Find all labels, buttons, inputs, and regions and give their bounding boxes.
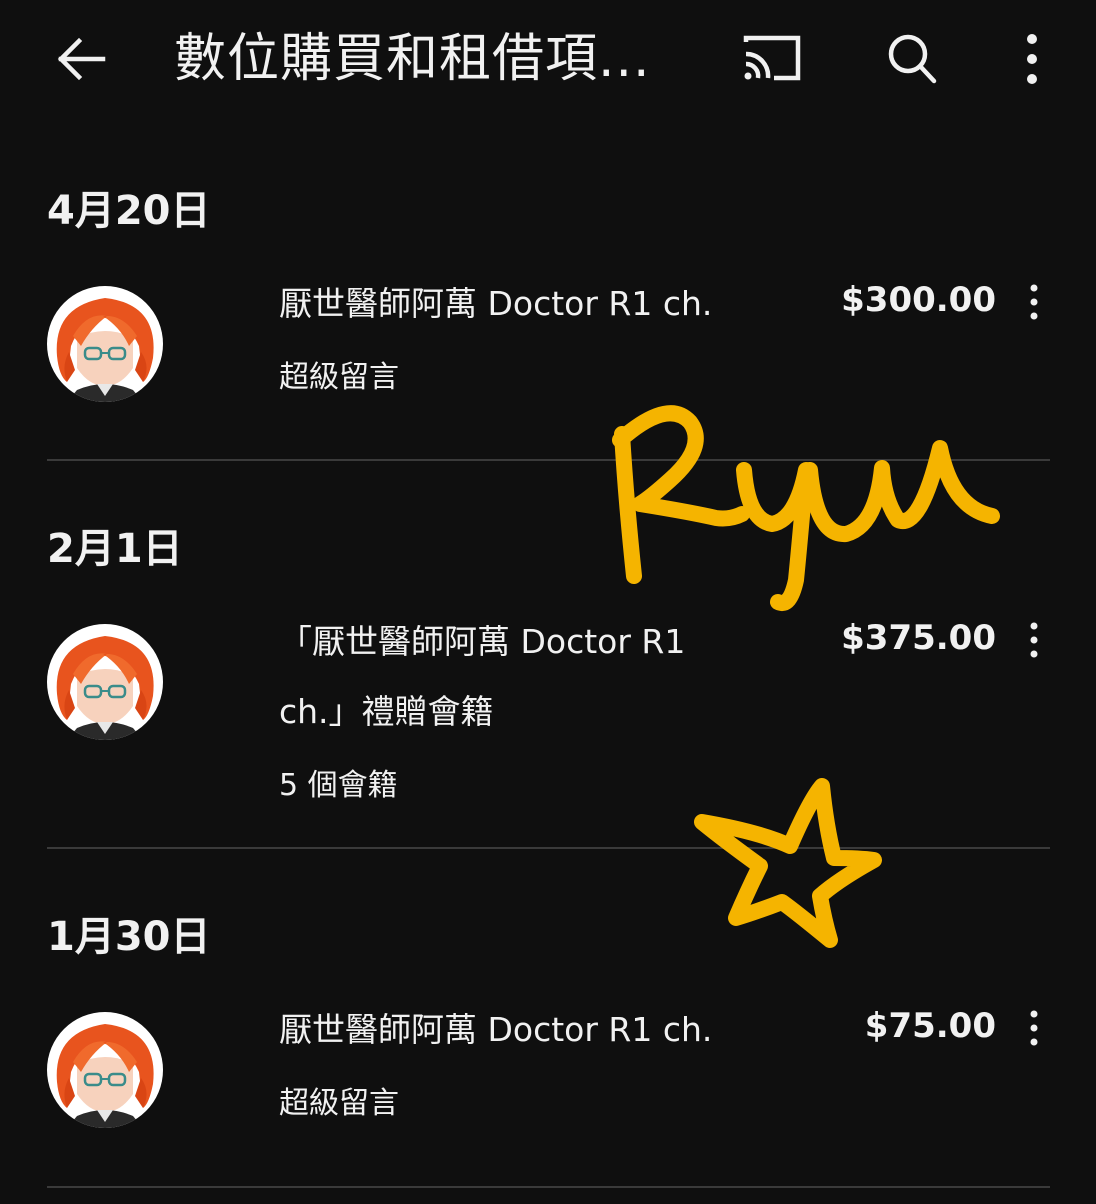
app-bar: 數位購買和租借項... <box>0 0 1096 120</box>
divider <box>47 1186 1050 1188</box>
search-icon <box>888 34 937 84</box>
divider <box>47 459 1050 461</box>
section-date: 2月1日 <box>47 526 183 572</box>
section-date: 4月20日 <box>47 188 211 234</box>
more-vertical-icon <box>1027 34 1037 84</box>
cast-button[interactable] <box>734 22 810 96</box>
divider <box>47 847 1050 849</box>
purchase-item[interactable]: 厭世醫師阿萬 Doctor R1 ch. 超級留言 $75.00 <box>0 996 1096 1166</box>
item-type: 超級留言 <box>279 1086 399 1121</box>
item-title-line-1: 「厭世醫師阿萬 Doctor R1 <box>279 622 686 661</box>
more-options-button[interactable] <box>1004 22 1060 96</box>
channel-avatar <box>47 624 163 740</box>
channel-avatar <box>47 1012 163 1128</box>
item-title: 厭世醫師阿萬 Doctor R1 ch. <box>279 1010 713 1049</box>
handwritten-ryu-signature <box>612 405 1000 611</box>
more-vertical-icon <box>1030 1010 1038 1046</box>
cast-icon <box>743 35 801 81</box>
item-more-button[interactable] <box>1018 1002 1050 1054</box>
back-button[interactable] <box>44 22 118 96</box>
arrow-left-icon <box>57 37 106 81</box>
item-type: 超級留言 <box>279 360 399 395</box>
channel-avatar <box>47 286 163 402</box>
item-more-button[interactable] <box>1018 276 1050 328</box>
item-price: $75.00 <box>864 1006 996 1046</box>
purchase-item[interactable]: 「厭世醫師阿萬 Doctor R1 ch.」禮贈會籍 5 個會籍 $375.00 <box>0 608 1096 818</box>
item-price: $375.00 <box>841 618 996 658</box>
more-vertical-icon <box>1030 284 1038 320</box>
item-more-button[interactable] <box>1018 614 1050 666</box>
item-price: $300.00 <box>841 280 996 320</box>
item-title: 厭世醫師阿萬 Doctor R1 ch. <box>279 284 713 323</box>
purchase-item[interactable]: 厭世醫師阿萬 Doctor R1 ch. 超級留言 $300.00 <box>0 270 1096 440</box>
item-title-line-2: ch.」禮贈會籍 <box>279 692 494 731</box>
section-date: 1月30日 <box>47 914 211 960</box>
item-quantity: 5 個會籍 <box>279 768 398 803</box>
page-title: 數位購買和租借項... <box>174 29 651 89</box>
search-button[interactable] <box>872 22 952 96</box>
more-vertical-icon <box>1030 622 1038 658</box>
